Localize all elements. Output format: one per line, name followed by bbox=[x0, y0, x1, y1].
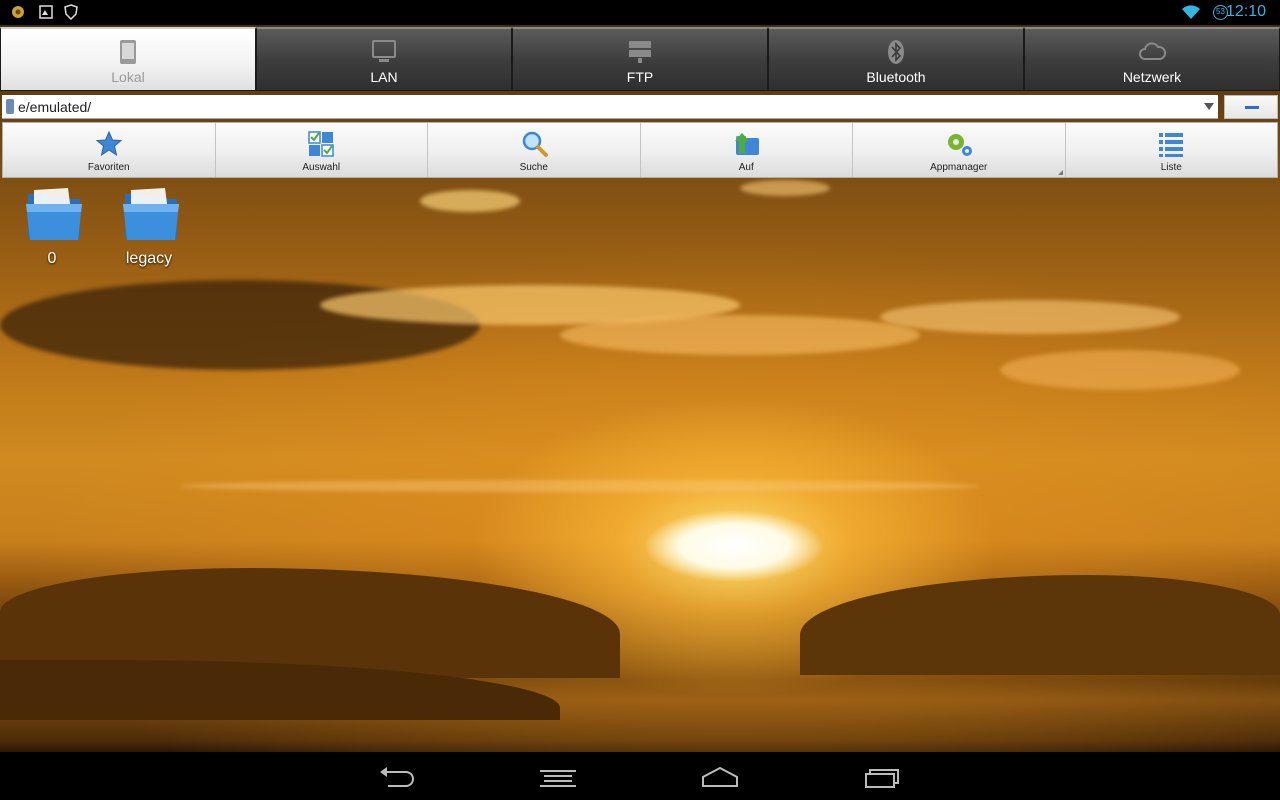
status-bar: 53 12:10 bbox=[0, 0, 1280, 25]
menu-icon[interactable] bbox=[538, 762, 578, 790]
wifi-icon bbox=[1182, 5, 1200, 19]
bluetooth-icon bbox=[888, 40, 904, 64]
tab-bluetooth[interactable]: Bluetooth bbox=[768, 27, 1024, 91]
folder-item[interactable]: 0 bbox=[7, 186, 97, 276]
tab-lan[interactable]: LAN bbox=[256, 27, 512, 91]
dropdown-arrow-icon[interactable] bbox=[1204, 103, 1214, 110]
navigation-bar bbox=[0, 752, 1280, 800]
select-grid-icon bbox=[308, 131, 334, 157]
path-text: e/emulated/ bbox=[18, 99, 92, 115]
appmanager-button[interactable]: Appmanager bbox=[853, 123, 1066, 177]
tool-label: Liste bbox=[1160, 162, 1182, 173]
tab-ftp[interactable]: FTP bbox=[512, 27, 768, 91]
tab-label: Netzwerk bbox=[1122, 69, 1182, 85]
cloud-icon bbox=[1139, 42, 1167, 60]
cloud-band bbox=[420, 190, 520, 212]
path-bar: e/emulated/ bbox=[0, 95, 1280, 119]
file-name: legacy bbox=[125, 250, 173, 267]
star-icon bbox=[95, 130, 123, 157]
notification-app-icon bbox=[12, 6, 24, 18]
favoriten-button[interactable]: Favoriten bbox=[3, 123, 216, 177]
shield-notification-icon bbox=[64, 4, 78, 20]
tab-label: Bluetooth bbox=[866, 69, 926, 85]
submenu-indicator-icon bbox=[1057, 170, 1063, 175]
folder-icon bbox=[26, 188, 82, 240]
clock: 12:10 bbox=[1225, 3, 1266, 20]
storage-icon bbox=[6, 99, 14, 114]
home-icon[interactable] bbox=[700, 762, 740, 790]
folder-icon bbox=[123, 188, 179, 240]
server-icon bbox=[629, 41, 651, 63]
cloud-band bbox=[560, 315, 920, 355]
gears-icon bbox=[947, 134, 972, 156]
list-icon bbox=[1159, 133, 1184, 157]
tool-label: Favoriten bbox=[87, 162, 130, 173]
tool-label: Suche bbox=[519, 162, 548, 173]
gallery-notification-icon bbox=[39, 5, 53, 19]
cloud-band bbox=[740, 180, 830, 196]
recents-icon[interactable] bbox=[862, 762, 902, 790]
file-name: 0 bbox=[47, 250, 57, 267]
folder-up-icon bbox=[735, 133, 760, 155]
path-field[interactable]: e/emulated/ bbox=[2, 95, 1218, 119]
auf-button[interactable]: Auf bbox=[641, 123, 853, 177]
toolbar: Favoriten Auswahl Suche Auf Appmanager L… bbox=[2, 122, 1278, 178]
auswahl-button[interactable]: Auswahl bbox=[216, 123, 428, 177]
suche-button[interactable]: Suche bbox=[428, 123, 641, 177]
cloud-band bbox=[180, 480, 980, 492]
tablet-icon bbox=[120, 40, 136, 64]
hill-right bbox=[800, 575, 1280, 675]
tab-netzwerk[interactable]: Netzwerk bbox=[1024, 27, 1280, 91]
cloud-band bbox=[880, 300, 1180, 334]
tab-bar: Lokal LAN FTP Bluetooth Netzwerk bbox=[0, 27, 1280, 92]
minus-button[interactable] bbox=[1224, 95, 1278, 119]
monitor-icon bbox=[372, 40, 396, 62]
tool-label: Auf bbox=[738, 162, 754, 173]
tool-label: Auswahl bbox=[302, 162, 341, 173]
tab-label: FTP bbox=[626, 69, 654, 85]
tab-lokal[interactable]: Lokal bbox=[0, 27, 256, 91]
cloud-band bbox=[1000, 350, 1240, 390]
magnifier-icon bbox=[522, 131, 548, 157]
tab-label: LAN bbox=[370, 69, 398, 85]
liste-button[interactable]: Liste bbox=[1066, 123, 1278, 177]
folder-item[interactable]: legacy bbox=[104, 186, 194, 276]
tool-label: Appmanager bbox=[930, 162, 988, 173]
wallpaper bbox=[0, 0, 1280, 800]
tab-label: Lokal bbox=[111, 69, 145, 85]
back-icon[interactable] bbox=[376, 762, 416, 790]
